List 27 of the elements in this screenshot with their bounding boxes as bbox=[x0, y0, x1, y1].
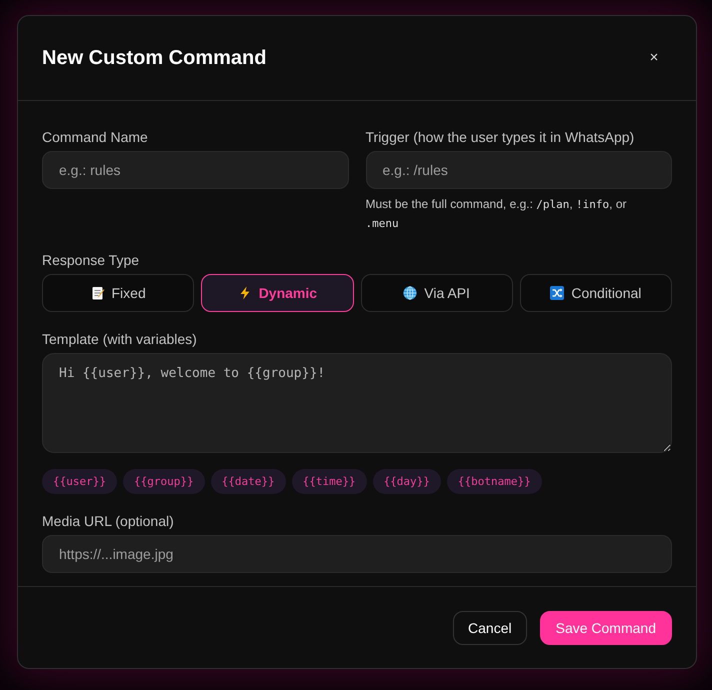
variable-chip[interactable]: {{time}} bbox=[292, 469, 367, 494]
field-label: Command Name bbox=[42, 128, 149, 146]
response-type-option[interactable]: Via API bbox=[360, 274, 513, 312]
trigger-field[interactable]: e.g.: /rules bbox=[366, 151, 672, 189]
save-button[interactable]: Save Command bbox=[540, 611, 672, 645]
field-label: Media URL (optional) bbox=[42, 512, 175, 530]
shuffle-icon bbox=[550, 286, 564, 300]
field-label: Response Type bbox=[42, 251, 140, 269]
field-label: Trigger (how the user types it in WhatsApp) bbox=[366, 128, 636, 146]
modal-title: New Custom Command bbox=[42, 46, 266, 71]
template-field[interactable]: Hi {{user}}, welcome to {{group}}! bbox=[42, 353, 672, 453]
response-type-option[interactable]: Conditional bbox=[520, 274, 672, 312]
media-url-field[interactable]: https://...image.jpg bbox=[42, 535, 672, 573]
variable-chip[interactable]: {{botname}} bbox=[446, 469, 542, 494]
variable-chip[interactable]: {{date}} bbox=[210, 469, 286, 494]
field-label: Template (with variables) bbox=[42, 330, 198, 348]
variable-chip[interactable]: {{user}} bbox=[42, 469, 117, 494]
variable-chip[interactable]: {{day}} bbox=[372, 469, 441, 494]
response-type-option[interactable]: Fixed bbox=[42, 274, 194, 312]
command-name-field[interactable]: e.g.: rules bbox=[42, 151, 348, 189]
memo-icon bbox=[90, 286, 104, 300]
help-text: Must be the full command, e.g.: /plan, !info, or .menu bbox=[366, 196, 628, 232]
close-button[interactable]: × bbox=[641, 45, 667, 71]
globe-icon bbox=[403, 286, 418, 300]
cancel-button[interactable]: Cancel bbox=[453, 611, 527, 645]
variable-chip[interactable]: {{group}} bbox=[122, 469, 205, 494]
response-type-option[interactable]: Dynamic bbox=[201, 274, 354, 312]
